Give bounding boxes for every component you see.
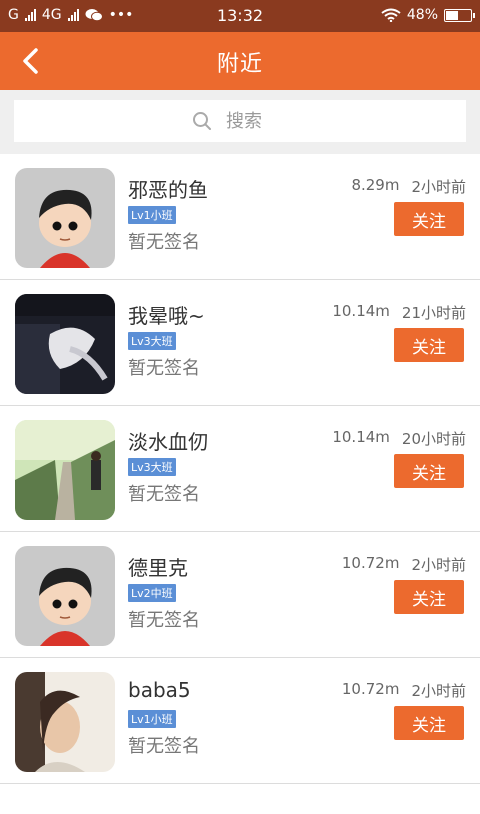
nearby-user-list: 邪恶的鱼 Lv1小班 暂无签名 8.29m 2小时前 关注 我晕哦~ Lv3大班… xyxy=(0,154,480,814)
battery-percent: 48% xyxy=(406,7,438,23)
search-input[interactable] xyxy=(224,109,288,133)
level-badge: Lv3大班 xyxy=(128,458,176,476)
user-name: 我晕哦~ xyxy=(128,304,205,328)
follow-button[interactable]: 关注 xyxy=(394,202,464,236)
level-badge: Lv1小班 xyxy=(128,206,176,224)
follow-button[interactable]: 关注 xyxy=(394,454,464,488)
user-signature: 暂无签名 xyxy=(128,232,200,253)
avatar[interactable] xyxy=(15,420,115,520)
nav-bar: 附近 xyxy=(0,32,480,90)
distance: 10.72m xyxy=(341,554,400,572)
meta: 10.72m 2小时前 xyxy=(342,554,466,575)
follow-button[interactable]: 关注 xyxy=(394,706,464,740)
user-signature: 暂无签名 xyxy=(128,358,200,379)
wifi-icon xyxy=(381,8,401,22)
level-badge: Lv3大班 xyxy=(128,332,176,350)
distance: 10.14m xyxy=(332,428,390,446)
distance: 10.14m xyxy=(332,302,390,320)
follow-button[interactable]: 关注 xyxy=(394,328,464,362)
list-item[interactable]: 淡水血仞 Lv3大班 暂无签名 10.14m 20小时前 关注 xyxy=(0,406,480,532)
meta: 8.29m 2小时前 xyxy=(351,176,466,197)
battery-fill xyxy=(446,10,458,20)
user-name: baba5 xyxy=(128,678,191,702)
search-icon xyxy=(193,112,211,130)
user-name: 德里克 xyxy=(128,556,188,580)
user-signature: 暂无签名 xyxy=(128,736,200,757)
level-badge: Lv1小班 xyxy=(128,710,176,728)
avatar[interactable] xyxy=(15,294,115,394)
avatar[interactable] xyxy=(15,546,115,646)
distance: 10.72m xyxy=(341,680,400,698)
page-title: 附近 xyxy=(216,52,263,77)
list-item-partial xyxy=(0,784,480,814)
battery-icon xyxy=(444,8,475,22)
last-active: 20小时前 xyxy=(401,430,466,448)
status-bar: G 4G ••• 13:32 48% xyxy=(0,0,480,32)
avatar[interactable] xyxy=(15,672,115,772)
list-item[interactable]: 我晕哦~ Lv3大班 暂无签名 10.14m 21小时前 关注 xyxy=(0,280,480,406)
list-item[interactable]: baba5 Lv1小班 暂无签名 10.72m 2小时前 关注 xyxy=(0,658,480,784)
search-bar xyxy=(0,90,480,154)
user-name: 邪恶的鱼 xyxy=(128,178,208,202)
user-signature: 暂无签名 xyxy=(128,484,200,505)
distance: 8.29m xyxy=(351,176,400,194)
list-item[interactable]: 邪恶的鱼 Lv1小班 暂无签名 8.29m 2小时前 关注 xyxy=(0,154,480,280)
list-item[interactable]: 德里克 Lv2中班 暂无签名 10.72m 2小时前 关注 xyxy=(0,532,480,658)
last-active: 21小时前 xyxy=(401,304,466,322)
user-name: 淡水血仞 xyxy=(128,430,208,454)
status-right: 48% xyxy=(381,7,475,23)
meta: 10.14m 21小时前 xyxy=(332,302,466,323)
meta: 10.72m 2小时前 xyxy=(342,680,466,701)
last-active: 2小时前 xyxy=(411,556,466,574)
follow-button[interactable]: 关注 xyxy=(394,580,464,614)
avatar[interactable] xyxy=(15,168,115,268)
user-signature: 暂无签名 xyxy=(128,610,200,631)
level-badge: Lv2中班 xyxy=(128,584,176,602)
last-active: 2小时前 xyxy=(411,178,466,196)
last-active: 2小时前 xyxy=(411,682,466,700)
meta: 10.14m 20小时前 xyxy=(332,428,466,449)
search-box[interactable] xyxy=(14,100,466,142)
